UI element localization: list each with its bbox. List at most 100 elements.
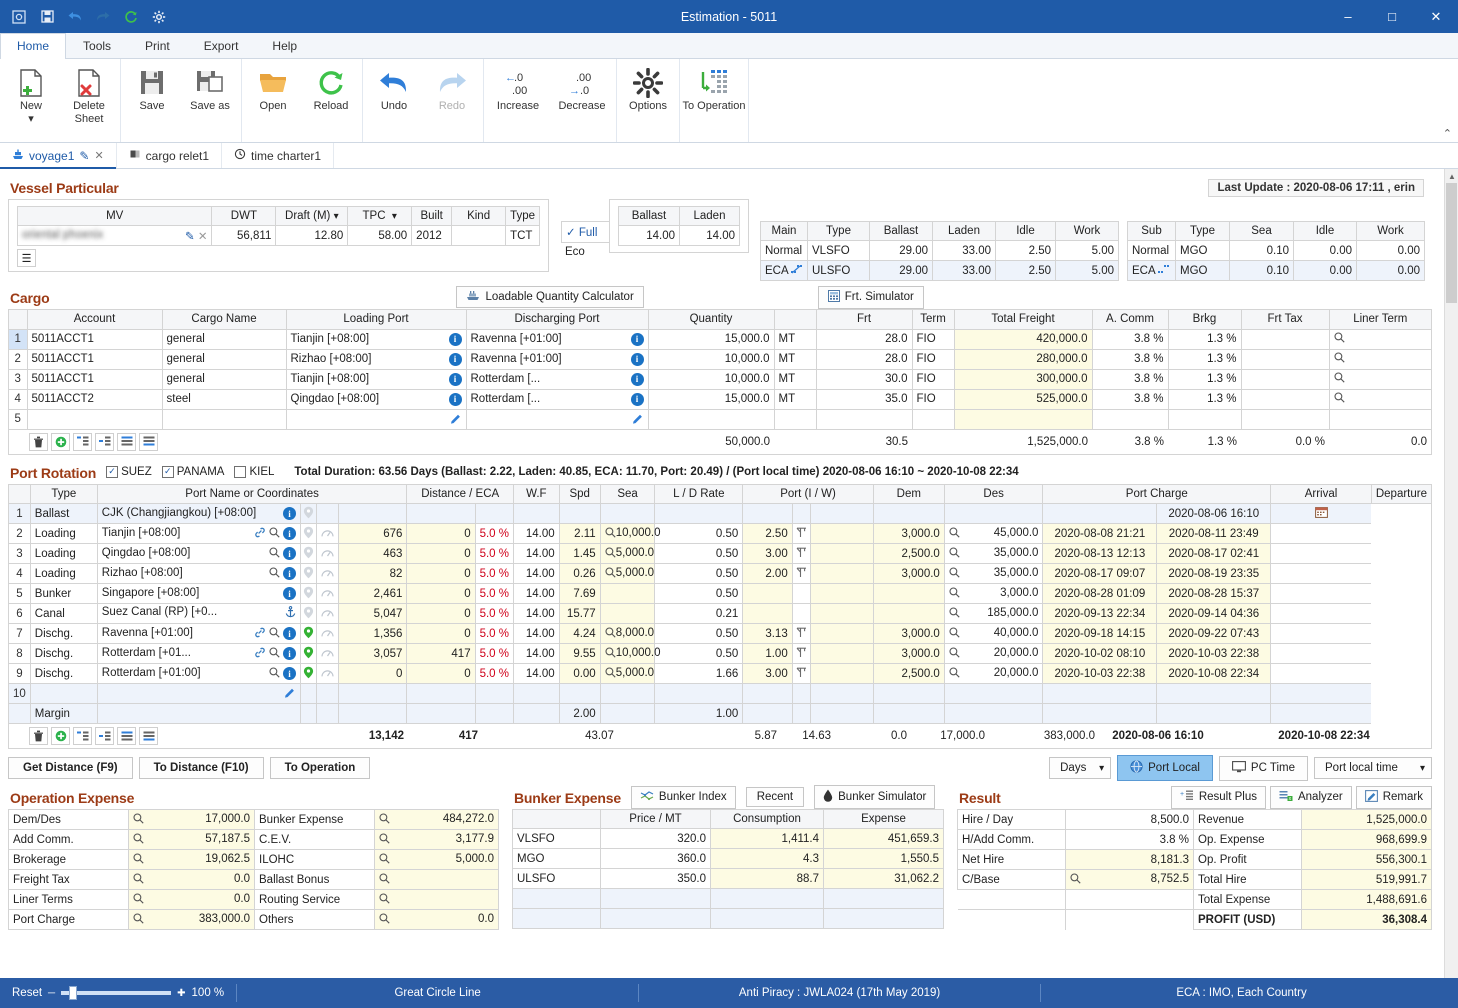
search-icon[interactable] — [379, 913, 390, 927]
cargo-name[interactable]: steel — [162, 389, 286, 409]
redo-button[interactable]: Redo — [423, 61, 481, 140]
slider-knob[interactable] — [69, 986, 77, 1000]
tab-cargo-relet1[interactable]: cargo relet1 — [117, 143, 222, 168]
vessel-dwt[interactable]: 56,811 — [212, 226, 276, 246]
search-icon[interactable] — [605, 547, 616, 561]
cargo-term[interactable] — [912, 409, 954, 429]
rotation-port-charge[interactable]: 20,000.0 — [944, 644, 1043, 664]
cargo-unit[interactable]: MT — [774, 369, 816, 389]
rotation-gauge-icon[interactable] — [316, 684, 338, 704]
search-icon[interactable] — [605, 667, 616, 681]
rotation-calendar-icon[interactable] — [1271, 644, 1372, 664]
rotation-eca[interactable]: 0 — [407, 584, 475, 604]
rotation-arrival[interactable]: 2020-09-13 22:34 — [1043, 604, 1157, 624]
info-icon[interactable]: i — [449, 373, 462, 386]
clear-icon[interactable]: ✕ — [198, 231, 208, 243]
cargo-a-comm[interactable]: 3.8 % — [1092, 349, 1168, 369]
rotation-calendar-icon[interactable] — [1271, 624, 1372, 644]
rotation-port-charge[interactable]: 185,000.0 — [944, 604, 1043, 624]
sub-engine-row[interactable]: Normal MGO 0.10 0.00 0.00 — [1128, 241, 1425, 261]
cargo-frt-tax[interactable] — [1241, 329, 1329, 349]
info-icon[interactable]: i — [283, 567, 296, 580]
rotation-gauge-icon[interactable] — [316, 644, 338, 664]
rotation-type[interactable]: Canal — [30, 604, 97, 624]
rotation-port-name[interactable]: Rizhao [+08:00]i — [97, 564, 300, 584]
search-icon[interactable] — [379, 813, 390, 827]
info-icon[interactable]: i — [631, 333, 644, 346]
eca-expand-icon[interactable] — [1158, 265, 1169, 277]
rotation-port-name[interactable]: Tianjin [+08:00]i — [97, 524, 300, 544]
sub-normal-idle[interactable]: 0.00 — [1294, 241, 1357, 261]
info-icon[interactable]: i — [631, 353, 644, 366]
cargo-quantity[interactable] — [648, 409, 774, 429]
cargo-frt[interactable]: 28.0 — [816, 349, 912, 369]
app-icon[interactable] — [6, 5, 32, 29]
close-icon[interactable]: ✕ — [94, 149, 103, 162]
rotation-dem[interactable] — [811, 564, 874, 584]
rotation-sea[interactable]: 1.45 — [559, 544, 600, 564]
rotation-eca[interactable] — [407, 684, 475, 704]
insert-row-below-icon[interactable] — [95, 727, 114, 745]
scrollbar-thumb[interactable] — [1446, 183, 1457, 303]
rotation-gauge-icon[interactable] — [316, 624, 338, 644]
remark-button[interactable]: Remark — [1356, 786, 1432, 809]
rotation-spd[interactable]: 14.00 — [514, 644, 560, 664]
rotation-departure[interactable]: 2020-08-17 02:41 — [1157, 544, 1271, 564]
rotation-type[interactable]: Loading — [30, 524, 97, 544]
cargo-brkg[interactable] — [1168, 409, 1241, 429]
rotation-calendar-icon[interactable] — [1271, 544, 1372, 564]
rotation-pin-icon[interactable] — [301, 684, 317, 704]
opex-right-value[interactable]: 5,000.0 — [375, 850, 499, 870]
refresh-icon[interactable] — [118, 5, 144, 29]
reset-zoom-label[interactable]: Reset — [12, 987, 42, 999]
minimize-button[interactable]: – — [1326, 0, 1370, 33]
rotation-spd[interactable]: 14.00 — [514, 624, 560, 644]
add-row-icon[interactable] — [51, 433, 70, 451]
menu-print[interactable]: Print — [128, 33, 187, 58]
cargo-brkg[interactable]: 1.3 % — [1168, 329, 1241, 349]
rotation-eca[interactable]: 0 — [407, 564, 475, 584]
recent-button[interactable]: Recent — [746, 787, 804, 807]
search-icon[interactable] — [133, 813, 144, 827]
info-icon[interactable]: i — [283, 507, 296, 520]
delete-sheet-button[interactable]: Delete Sheet — [60, 61, 118, 140]
settings-icon[interactable] — [146, 5, 172, 29]
cargo-brkg[interactable]: 1.3 % — [1168, 389, 1241, 409]
rotation-port-work[interactable]: 2.00 — [743, 564, 792, 584]
cargo-a-comm[interactable]: 3.8 % — [1092, 389, 1168, 409]
cargo-a-comm[interactable] — [1092, 409, 1168, 429]
rotation-eca[interactable]: 0 — [407, 604, 475, 624]
rotation-des[interactable]: 3,000.0 — [873, 644, 944, 664]
cargo-total-freight[interactable]: 420,000.0 — [954, 329, 1092, 349]
rotation-port-work[interactable]: 3.00 — [743, 544, 792, 564]
rotation-port-work[interactable]: 3.00 — [743, 664, 792, 684]
rotation-wf[interactable]: 5.0 % — [475, 544, 513, 564]
rotation-wf[interactable]: 5.0 % — [475, 584, 513, 604]
save-icon[interactable] — [34, 5, 60, 29]
info-icon[interactable]: i — [449, 393, 462, 406]
table-row[interactable]: PROFIT (USD)36,308.4 — [958, 910, 1432, 930]
cargo-total-freight[interactable] — [954, 409, 1092, 429]
search-icon[interactable] — [949, 607, 960, 621]
main-normal-ballast[interactable]: 29.00 — [870, 241, 933, 261]
rotation-eca[interactable]: 417 — [407, 644, 475, 664]
result-plus-button[interactable]: + Result Plus — [1171, 786, 1266, 809]
rotation-gauge-icon[interactable] — [316, 664, 338, 684]
search-icon[interactable] — [949, 567, 960, 581]
open-button[interactable]: Open — [244, 61, 302, 140]
rotation-spd[interactable] — [514, 504, 560, 524]
save-as-button[interactable]: Save as — [181, 61, 239, 140]
link-icon[interactable] — [254, 627, 266, 641]
opex-left-value[interactable]: 0.0 — [129, 890, 255, 910]
info-icon[interactable]: i — [283, 627, 296, 640]
table-row[interactable]: 8Dischg.Rotterdam [+01...i3,0574175.0 %1… — [9, 644, 1431, 664]
search-icon[interactable] — [133, 913, 144, 927]
bunker-price[interactable] — [601, 889, 711, 909]
rotation-eca[interactable]: 0 — [407, 524, 475, 544]
rotation-sea[interactable]: 4.24 — [559, 624, 600, 644]
rotation-calendar-icon[interactable] — [1271, 604, 1372, 624]
rotation-ld-rate[interactable]: 10,000.0 — [600, 644, 655, 664]
edit-icon[interactable] — [450, 412, 462, 427]
table-row[interactable]: 10 — [9, 684, 1431, 704]
rotation-ld-rate[interactable]: 8,000.0 — [600, 624, 655, 644]
